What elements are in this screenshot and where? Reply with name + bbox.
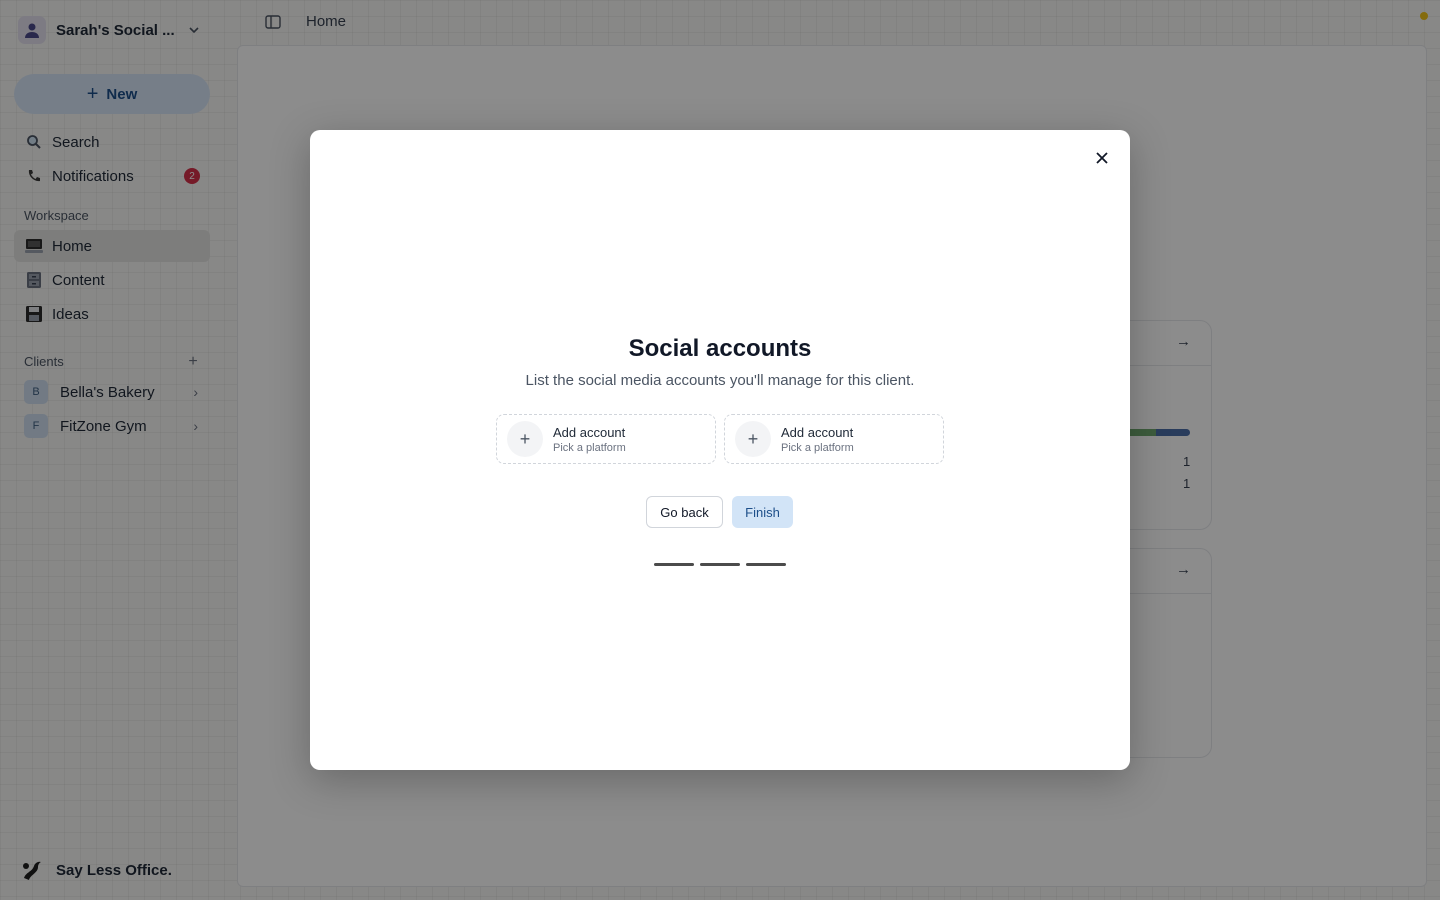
dialog-subtitle: List the social media accounts you'll ma… bbox=[525, 372, 915, 389]
social-accounts-dialog: Social accounts List the social media ac… bbox=[310, 130, 1130, 770]
add-account-title: Add account bbox=[781, 424, 854, 440]
go-back-button[interactable]: Go back bbox=[646, 496, 723, 528]
add-account-title: Add account bbox=[553, 424, 626, 440]
add-account-subtitle: Pick a platform bbox=[553, 441, 626, 454]
close-icon[interactable] bbox=[1092, 148, 1112, 168]
add-account-subtitle: Pick a platform bbox=[781, 441, 854, 454]
step-indicator bbox=[700, 563, 740, 566]
plus-icon: + bbox=[735, 421, 771, 457]
dialog-title: Social accounts bbox=[628, 335, 812, 362]
finish-button[interactable]: Finish bbox=[732, 496, 793, 528]
step-indicator bbox=[654, 563, 694, 566]
add-account-card[interactable]: + Add account Pick a platform bbox=[496, 414, 716, 464]
add-account-card[interactable]: + Add account Pick a platform bbox=[724, 414, 944, 464]
plus-icon: + bbox=[507, 421, 543, 457]
step-indicator bbox=[746, 563, 786, 566]
